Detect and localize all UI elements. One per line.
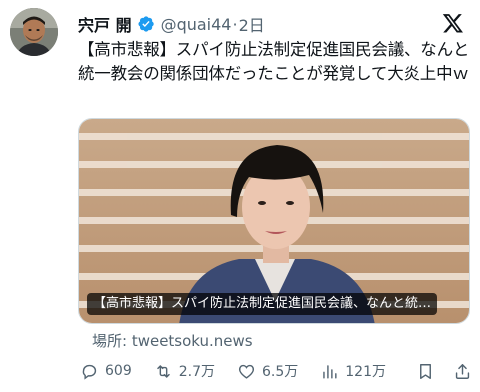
link-card[interactable]: 【高市悲報】スパイ防止法制定促進国民会議、なんと統… [78, 118, 470, 324]
share-icon [455, 363, 470, 379]
display-name[interactable]: 宍戸 開 [78, 12, 132, 36]
card-source[interactable]: 場所: tweetsoku.news [92, 330, 253, 351]
reply-icon [82, 364, 97, 380]
reply-count: 609 [105, 363, 132, 379]
separator-dot: · [232, 14, 238, 34]
avatar-image [10, 8, 58, 56]
user-handle[interactable]: @quai44 [161, 15, 232, 34]
verified-badge-icon [137, 15, 155, 33]
bookmark-button[interactable] [416, 362, 435, 381]
card-caption: 【高市悲報】スパイ防止法制定促進国民会議、なんと統… [87, 293, 438, 315]
x-logo-icon[interactable] [442, 12, 464, 34]
retweet-button[interactable]: 2.7万 [154, 361, 215, 381]
timestamp[interactable]: 2日 [239, 12, 265, 36]
retweet-count: 2.7万 [178, 364, 215, 380]
tweet-text: 【高市悲報】スパイ防止法制定促進国民会議、なんと統一教会の関係団体だったことが発… [78, 40, 470, 83]
avatar[interactable] [10, 8, 58, 56]
action-bar: 609 2.7万 6.5万 121万 [80, 360, 472, 382]
views-icon [323, 364, 337, 379]
like-button[interactable]: 6.5万 [237, 361, 298, 381]
share-button[interactable] [453, 362, 472, 381]
retweet-icon [156, 364, 170, 378]
tweet-header: 宍戸 開 @quai44 · 2日 [78, 12, 464, 36]
reply-button[interactable]: 609 [80, 362, 132, 381]
views-button[interactable]: 121万 [320, 361, 386, 381]
views-count: 121万 [345, 364, 386, 380]
bookmark-icon [420, 363, 431, 379]
like-count: 6.5万 [262, 364, 299, 380]
heart-icon [238, 364, 255, 379]
